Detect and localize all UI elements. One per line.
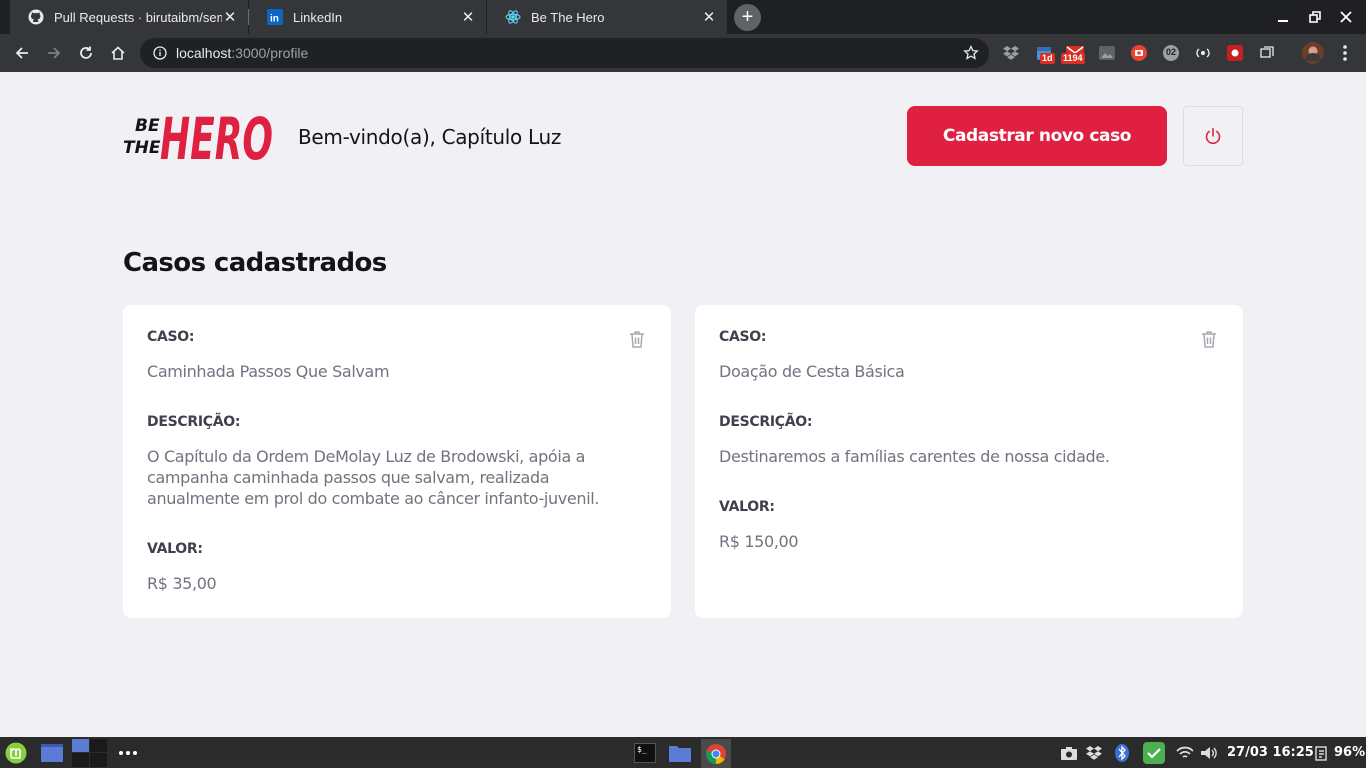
screenshot-tray-icon[interactable] [1057, 741, 1081, 765]
battery-percent: 96% [1334, 745, 1366, 760]
description-label: DESCRIÇÃO: [719, 414, 813, 430]
profile-page: BE THE HERO Bem-vindo(a), Capítulo Luz C… [0, 72, 1366, 737]
case-description: Destinaremos a famílias carentes de noss… [719, 447, 1110, 466]
photo-extension-icon[interactable] [1098, 44, 1116, 62]
case-card: CASO: Doação de Cesta Básica DESCRIÇÃO: … [695, 305, 1243, 618]
file-manager-icon[interactable] [668, 741, 692, 765]
new-case-button[interactable]: Cadastrar novo caso [907, 106, 1167, 166]
dropbox-icon[interactable] [1002, 44, 1020, 62]
case-value: R$ 35,00 [147, 574, 217, 593]
power-icon [1204, 127, 1222, 145]
logo-the-text: THE [123, 138, 161, 158]
bug-extension-icon[interactable] [1226, 44, 1244, 62]
bluetooth-icon[interactable] [1110, 741, 1134, 765]
chrome-taskbar-icon[interactable] [701, 739, 731, 768]
case-label: CASO: [719, 329, 767, 345]
value-label: VALOR: [719, 499, 775, 515]
trash-icon[interactable] [1199, 329, 1219, 349]
counter-label: 02 [1166, 47, 1177, 57]
tab-github[interactable]: Pull Requests · birutaibm/sem ✕ [10, 0, 248, 34]
tab-be-the-hero[interactable]: Be The Hero ✕ [487, 0, 727, 34]
welcome-text: Bem-vindo(a), Capítulo Luz [298, 125, 562, 149]
mint-menu-icon[interactable] [4, 741, 28, 765]
restore-icon[interactable] [1305, 7, 1325, 27]
close-icon[interactable]: ✕ [460, 9, 476, 26]
logout-button[interactable] [1183, 106, 1243, 166]
case-card: CASO: Caminhada Passos Que Salvam DESCRI… [123, 305, 671, 618]
workspace-switcher[interactable] [72, 739, 108, 768]
show-desktop-icon[interactable] [40, 741, 64, 765]
os-taskbar: $_ 27/03 16:25 96% [0, 737, 1366, 768]
address-path: :3000/profile [231, 45, 309, 61]
tools-extension-icon[interactable] [1258, 44, 1276, 62]
case-label: CASO: [147, 329, 195, 345]
back-icon[interactable] [8, 39, 36, 67]
volume-icon[interactable] [1197, 741, 1221, 765]
value-label: VALOR: [147, 541, 203, 557]
reload-icon[interactable] [72, 39, 100, 67]
broadcast-extension-icon[interactable] [1194, 44, 1212, 62]
close-window-icon[interactable] [1336, 7, 1356, 27]
clock[interactable]: 27/03 16:25 [1227, 745, 1314, 760]
close-icon[interactable]: ✕ [701, 9, 717, 26]
tab-title: Be The Hero [531, 9, 605, 25]
description-label: DESCRIÇÃO: [147, 414, 241, 430]
logo-hero-text: HERO [160, 105, 273, 169]
react-icon [505, 9, 521, 25]
address-host: localhost [176, 45, 232, 61]
terminal-label: $_ [634, 743, 656, 763]
linkedin-icon: in [267, 9, 283, 25]
calendar-badge: 1d [1040, 53, 1055, 64]
bookmark-star-icon[interactable] [963, 44, 979, 61]
update-check-icon[interactable] [1142, 741, 1166, 765]
tab-linkedin[interactable]: in LinkedIn ✕ [249, 0, 486, 34]
browser-menu-icon[interactable] [1336, 44, 1354, 62]
minimize-icon[interactable] [1273, 7, 1293, 27]
browser-tab-bar: Pull Requests · birutaibm/sem ✕ in Linke… [0, 0, 1366, 34]
terminal-icon[interactable]: $_ [632, 741, 658, 765]
address-bar[interactable]: localhost:3000/profile [140, 38, 989, 68]
svg-text:in: in [270, 14, 279, 25]
new-tab-button[interactable]: + [734, 4, 761, 31]
close-icon[interactable]: ✕ [222, 9, 238, 26]
info-icon[interactable] [152, 45, 168, 61]
browser-toolbar: localhost:3000/profile 1d 1194 02 [0, 34, 1366, 72]
screenshot-extension-icon[interactable] [1130, 44, 1148, 62]
page-title: Casos cadastrados [123, 248, 387, 278]
profile-avatar[interactable] [1302, 42, 1324, 64]
dropbox-tray-icon[interactable] [1082, 741, 1106, 765]
case-description: O Capítulo da Ordem DeMolay Luz de Brodo… [147, 447, 600, 508]
tab-title: Pull Requests · birutaibm/sem [54, 9, 222, 25]
mail-badge: 1194 [1061, 53, 1085, 64]
address-url: localhost:3000/profile [176, 45, 308, 61]
more-apps-icon[interactable] [116, 741, 140, 765]
logo-be-text: BE [135, 116, 160, 136]
case-value: R$ 150,00 [719, 532, 799, 551]
battery-icon[interactable] [1310, 741, 1334, 765]
trash-icon[interactable] [627, 329, 647, 349]
wifi-icon[interactable] [1173, 741, 1197, 765]
case-title: Doação de Cesta Básica [719, 362, 905, 381]
case-title: Caminhada Passos Que Salvam [147, 362, 390, 381]
home-icon[interactable] [104, 39, 132, 67]
github-icon [28, 9, 44, 25]
forward-icon[interactable] [40, 39, 68, 67]
tab-title: LinkedIn [293, 9, 343, 25]
be-the-hero-logo: BE THE HERO [123, 105, 273, 169]
